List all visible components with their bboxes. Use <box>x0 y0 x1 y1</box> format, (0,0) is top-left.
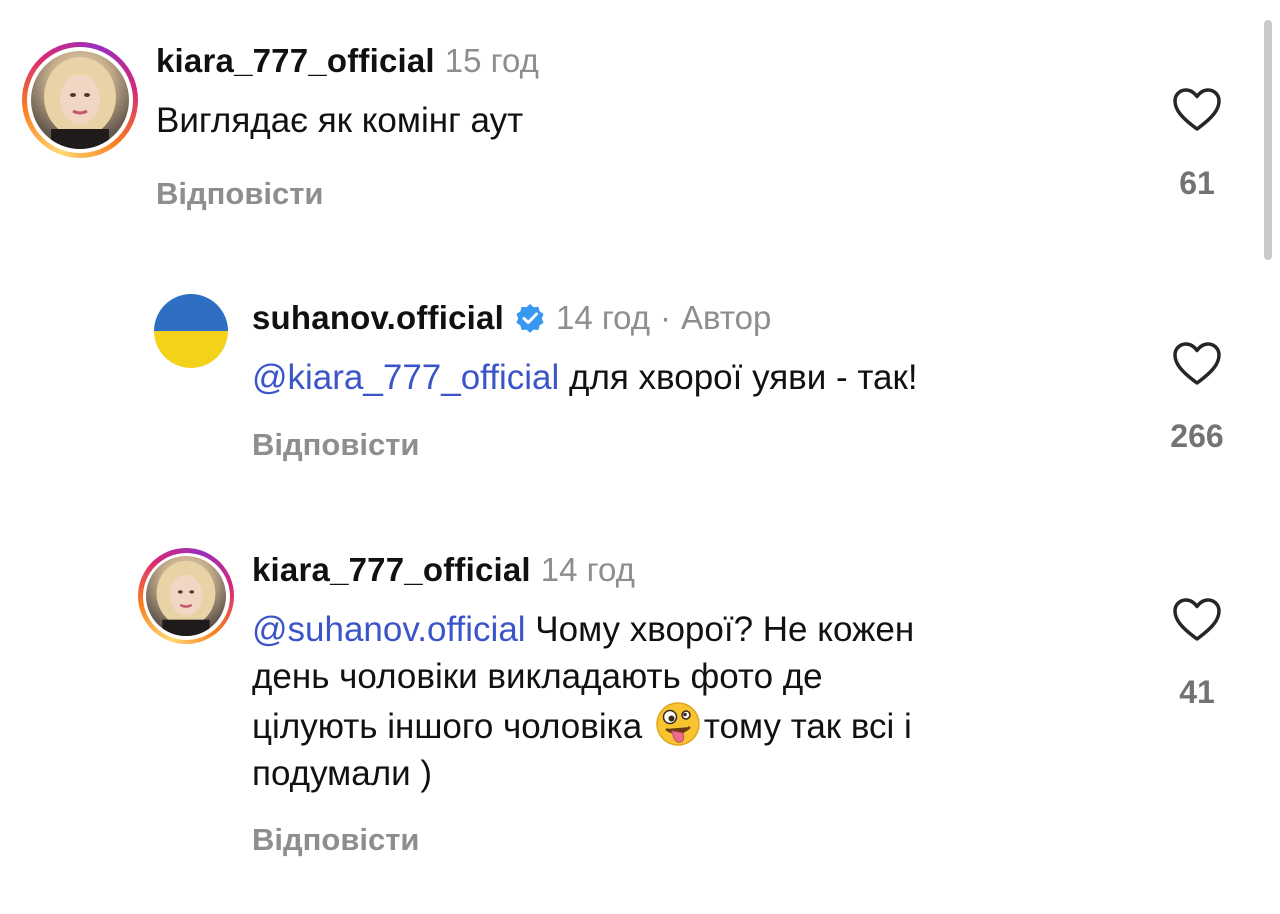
timestamp: 15 год <box>444 42 539 79</box>
comment-1: kiara_777_official 15 год Виглядає як ко… <box>0 0 1240 240</box>
heart-icon[interactable] <box>1172 341 1222 387</box>
comment-text: @suhanov.official Чому хворої? Не кожен … <box>252 606 1152 797</box>
like-count: 41 <box>1179 674 1215 710</box>
mention-link[interactable]: @suhanov.official <box>252 610 526 649</box>
comment-line: @suhanov.official Чому хворої? Не кожен <box>252 606 1152 653</box>
comment-line: подумали ) <box>252 754 433 793</box>
heart-icon[interactable] <box>1172 597 1222 643</box>
timestamp: 14 год <box>555 299 651 336</box>
separator-dot: · <box>660 299 672 336</box>
comment-text: Виглядає як комінг аут <box>156 101 524 140</box>
comment-body: тому так всі і <box>703 707 912 746</box>
heart-icon[interactable] <box>1172 87 1222 133</box>
comment-text: @kiara_777_official для хворої уяви - та… <box>252 354 918 401</box>
mention-link[interactable]: @kiara_777_official <box>252 358 559 397</box>
username[interactable]: kiara_777_official <box>252 551 531 589</box>
like-count: 266 <box>1170 418 1224 454</box>
verified-badge-icon <box>516 304 544 333</box>
avatar[interactable] <box>138 548 234 644</box>
avatar[interactable] <box>154 294 228 368</box>
comment-body: цілують іншого чоловіка <box>252 707 652 746</box>
comment-body: Чому хворої? Не кожен <box>525 610 915 649</box>
portrait-icon <box>44 57 116 149</box>
comment-2: suhanov.official 14 год · Автор @kiara_7… <box>0 260 1240 500</box>
scrollbar[interactable] <box>1264 20 1272 900</box>
portrait-icon <box>156 560 216 636</box>
avatar[interactable] <box>22 42 138 158</box>
comment-line: цілують іншого чоловіка тому так всі і <box>252 700 1152 750</box>
reply-button[interactable]: Відповісти <box>252 427 420 463</box>
username[interactable]: suhanov.official <box>252 299 504 337</box>
scrollbar-thumb[interactable] <box>1264 20 1272 260</box>
username[interactable]: kiara_777_official <box>156 42 435 80</box>
like-count: 61 <box>1179 165 1215 201</box>
zany-face-emoji-icon <box>656 702 700 746</box>
author-tag: Автор <box>681 299 772 336</box>
reply-button[interactable]: Відповісти <box>252 822 420 858</box>
timestamp: 14 год <box>540 551 635 588</box>
reply-button[interactable]: Відповісти <box>156 176 324 212</box>
comment-body: для хворої уяви - так! <box>569 358 918 397</box>
comment-line: день чоловіки викладають фото де <box>252 657 823 696</box>
comment-3: kiara_777_official 14 год @suhanov.offic… <box>0 520 1240 910</box>
